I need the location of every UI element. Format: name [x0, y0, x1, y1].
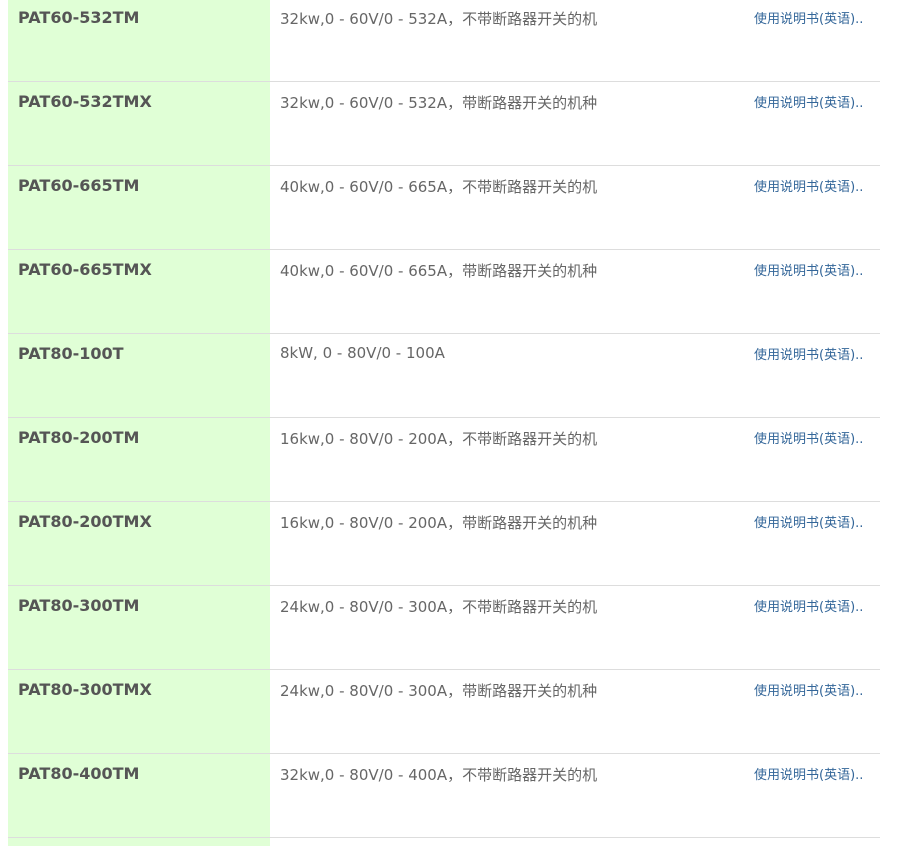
table-row: PAT80-300TMX 24kw,0 - 80V/0 - 300A，带断路器开…	[8, 670, 880, 754]
model-cell: PAT80-200TM	[8, 418, 270, 501]
model-cell: PAT60-665TMX	[8, 250, 270, 333]
manual-link[interactable]: 使用说明书(英语)..	[754, 180, 863, 195]
model-cell: PAT80-300TMX	[8, 670, 270, 753]
manual-link[interactable]: 使用说明书(英语)..	[754, 432, 863, 447]
description-cell: 32kw,0 - 60V/0 - 532A，带断路器开关的机种	[280, 94, 598, 112]
table-row: PAT80-200TMX 16kw,0 - 80V/0 - 200A，带断路器开…	[8, 502, 880, 586]
description-cell: 24kw,0 - 80V/0 - 300A，带断路器开关的机种	[280, 682, 598, 700]
description-cell: 16kw,0 - 80V/0 - 200A，不带断路器开关的机	[280, 430, 598, 448]
manual-link[interactable]: 使用说明书(英语)..	[754, 600, 863, 615]
description-cell: 24kw,0 - 80V/0 - 300A，不带断路器开关的机	[280, 598, 598, 616]
description-cell: 16kw,0 - 80V/0 - 200A，带断路器开关的机种	[280, 514, 598, 532]
manual-cell: 使用说明书(英语)..	[744, 670, 880, 753]
table-row: PAT80-400TM 32kw,0 - 80V/0 - 400A，不带断路器开…	[8, 754, 880, 838]
model-cell: PAT60-532TMX	[8, 82, 270, 165]
model-cell: PAT80-400TM	[8, 754, 270, 837]
table-row: PAT60-665TM 40kw,0 - 60V/0 - 665A，不带断路器开…	[8, 166, 880, 250]
manual-link[interactable]: 使用说明书(英语)..	[754, 768, 863, 783]
description-cell: 40kw,0 - 60V/0 - 665A，不带断路器开关的机	[280, 178, 598, 196]
product-table: PAT60-532TM 32kw,0 - 60V/0 - 532A，不带断路器开…	[8, 0, 880, 838]
manual-cell: 使用说明书(英语)..	[744, 0, 880, 81]
description-cell: 32kw,0 - 60V/0 - 532A，不带断路器开关的机	[280, 10, 598, 28]
table-row: PAT80-300TM 24kw,0 - 80V/0 - 300A，不带断路器开…	[8, 586, 880, 670]
manual-cell: 使用说明书(英语)..	[744, 418, 880, 501]
description-cell: 8kW, 0 - 80V/0 - 100A	[280, 344, 445, 362]
model-cell: PAT60-532TM	[8, 0, 270, 81]
model-cell: PAT80-100T	[8, 334, 270, 417]
table-row: PAT60-665TMX 40kw,0 - 60V/0 - 665A，带断路器开…	[8, 250, 880, 334]
manual-cell: 使用说明书(英语)..	[744, 166, 880, 249]
manual-cell: 使用说明书(英语)..	[744, 502, 880, 585]
table-row: PAT60-532TM 32kw,0 - 60V/0 - 532A，不带断路器开…	[8, 0, 880, 82]
manual-link[interactable]: 使用说明书(英语)..	[754, 516, 863, 531]
manual-cell: 使用说明书(英语)..	[744, 754, 880, 837]
table-row: PAT80-100T 8kW, 0 - 80V/0 - 100A 使用说明书(英…	[8, 334, 880, 418]
description-cell: 32kw,0 - 80V/0 - 400A，不带断路器开关的机	[280, 766, 598, 784]
table-row: PAT80-200TM 16kw,0 - 80V/0 - 200A，不带断路器开…	[8, 418, 880, 502]
next-row-model-cell-partial	[8, 838, 270, 846]
manual-link[interactable]: 使用说明书(英语)..	[754, 12, 863, 27]
manual-cell: 使用说明书(英语)..	[744, 586, 880, 669]
manual-cell: 使用说明书(英语)..	[744, 334, 880, 417]
manual-link[interactable]: 使用说明书(英语)..	[754, 96, 863, 111]
description-cell: 40kw,0 - 60V/0 - 665A，带断路器开关的机种	[280, 262, 598, 280]
manual-cell: 使用说明书(英语)..	[744, 82, 880, 165]
model-cell: PAT80-300TM	[8, 586, 270, 669]
table-row: PAT60-532TMX 32kw,0 - 60V/0 - 532A，带断路器开…	[8, 82, 880, 166]
model-cell: PAT60-665TM	[8, 166, 270, 249]
manual-link[interactable]: 使用说明书(英语)..	[754, 348, 863, 363]
manual-link[interactable]: 使用说明书(英语)..	[754, 684, 863, 699]
model-cell: PAT80-200TMX	[8, 502, 270, 585]
manual-link[interactable]: 使用说明书(英语)..	[754, 264, 863, 279]
manual-cell: 使用说明书(英语)..	[744, 250, 880, 333]
